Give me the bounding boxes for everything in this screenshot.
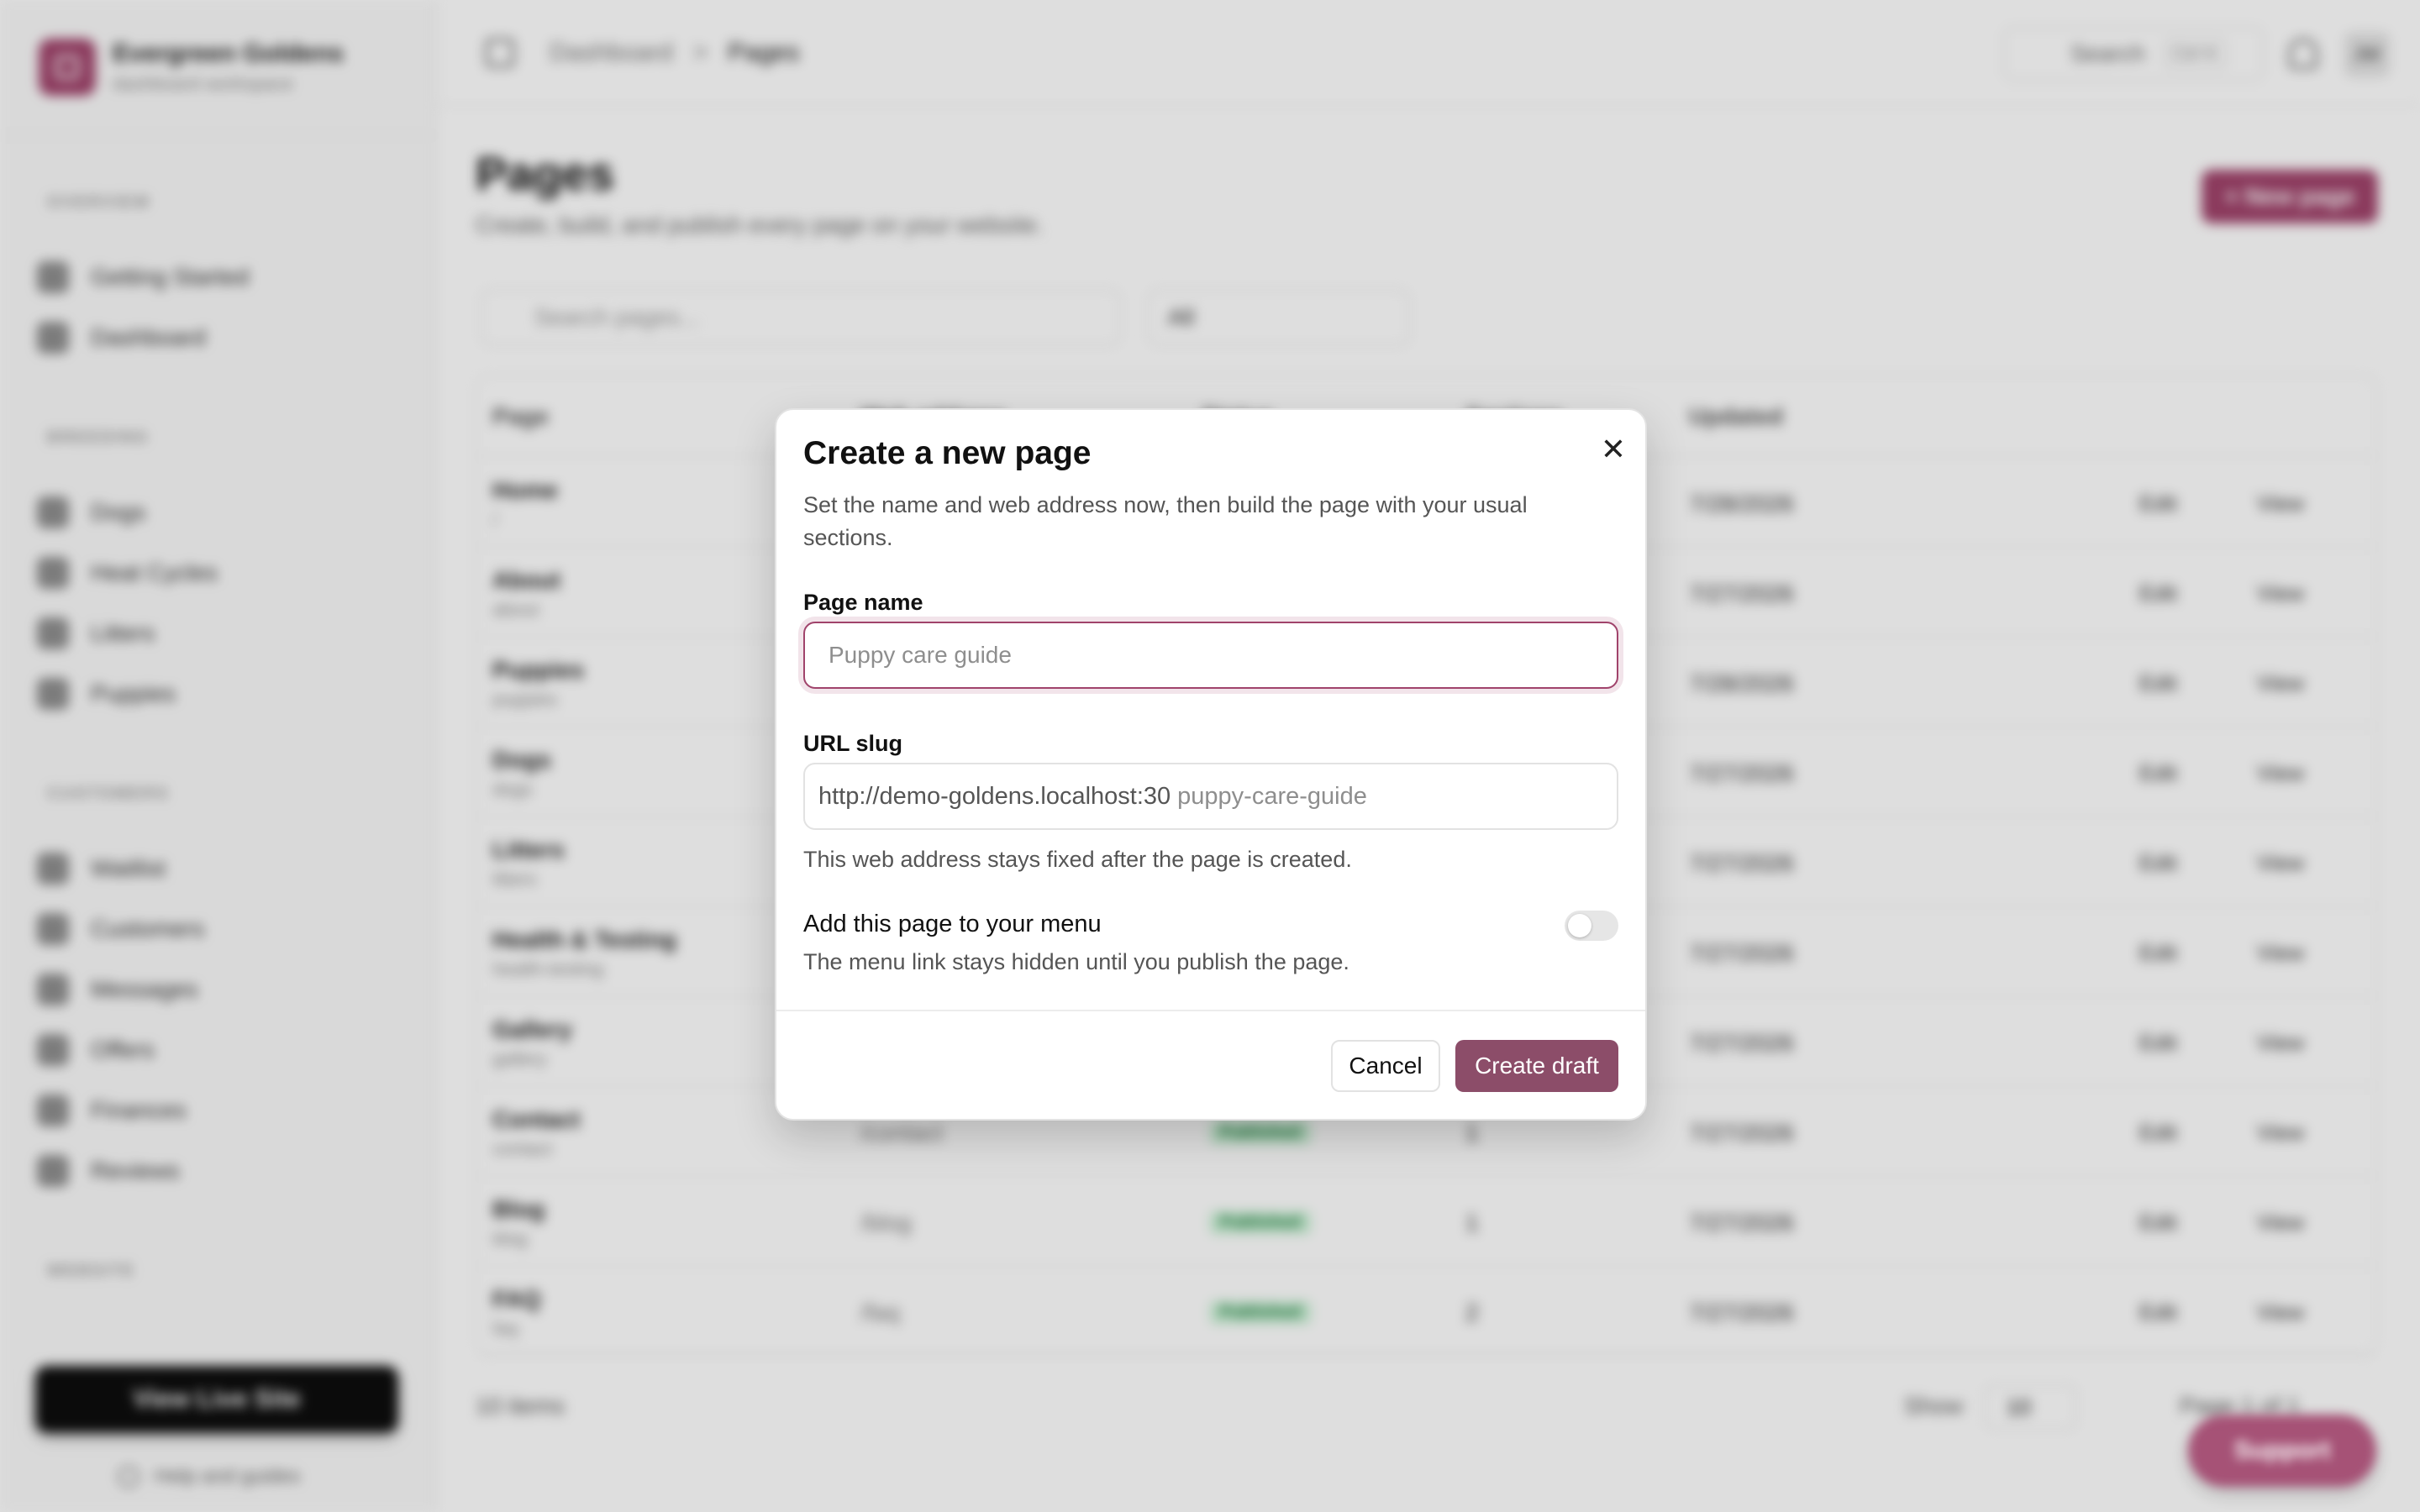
dialog-title: Create a new page — [803, 435, 1092, 471]
add-to-menu-toggle[interactable] — [1565, 911, 1618, 941]
url-slug-help: This web address stays fixed after the p… — [803, 847, 1352, 872]
close-icon[interactable]: ✕ — [1595, 432, 1632, 469]
url-prefix: http://demo-goldens.localhost:30 — [818, 782, 1171, 810]
create-page-dialog: ✕ Create a new page Set the name and web… — [775, 408, 1647, 1121]
dialog-footer: Cancel Create draft — [776, 1010, 1645, 1119]
page-name-input[interactable] — [803, 622, 1618, 689]
support-button[interactable]: Support — [2188, 1415, 2376, 1487]
url-slug-label: URL slug — [803, 731, 903, 756]
toggle-knob — [1568, 914, 1591, 937]
cancel-button[interactable]: Cancel — [1331, 1040, 1440, 1092]
add-to-menu-help: The menu link stays hidden until you pub… — [803, 949, 1349, 974]
url-slug-input[interactable] — [1177, 782, 1617, 811]
create-draft-button[interactable]: Create draft — [1455, 1040, 1618, 1092]
url-slug-field: http://demo-goldens.localhost:30 — [803, 763, 1618, 830]
add-to-menu-label: Add this page to your menu — [803, 911, 1102, 937]
page-name-label: Page name — [803, 590, 923, 615]
dialog-description: Set the name and web address now, then b… — [803, 492, 1528, 550]
